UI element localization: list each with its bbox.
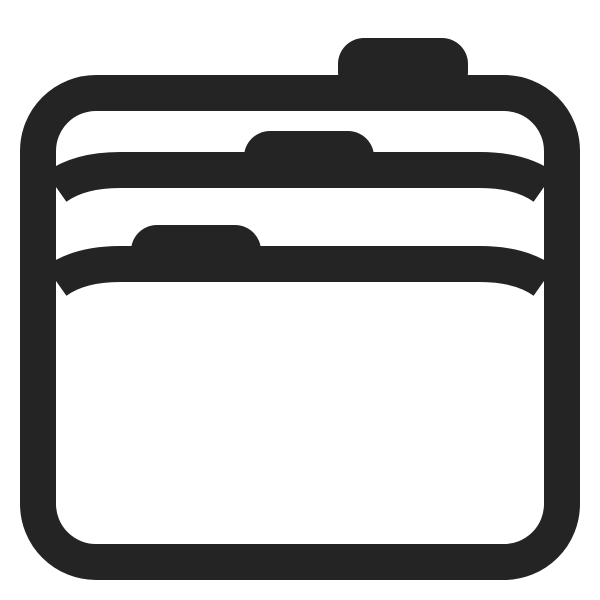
- folder-divider-front: [45, 246, 555, 297]
- stacked-folders-icon: [20, 38, 580, 580]
- icon-canvas: [0, 0, 600, 600]
- folder-tab-back: [338, 38, 468, 98]
- folder-divider-middle: [45, 152, 555, 203]
